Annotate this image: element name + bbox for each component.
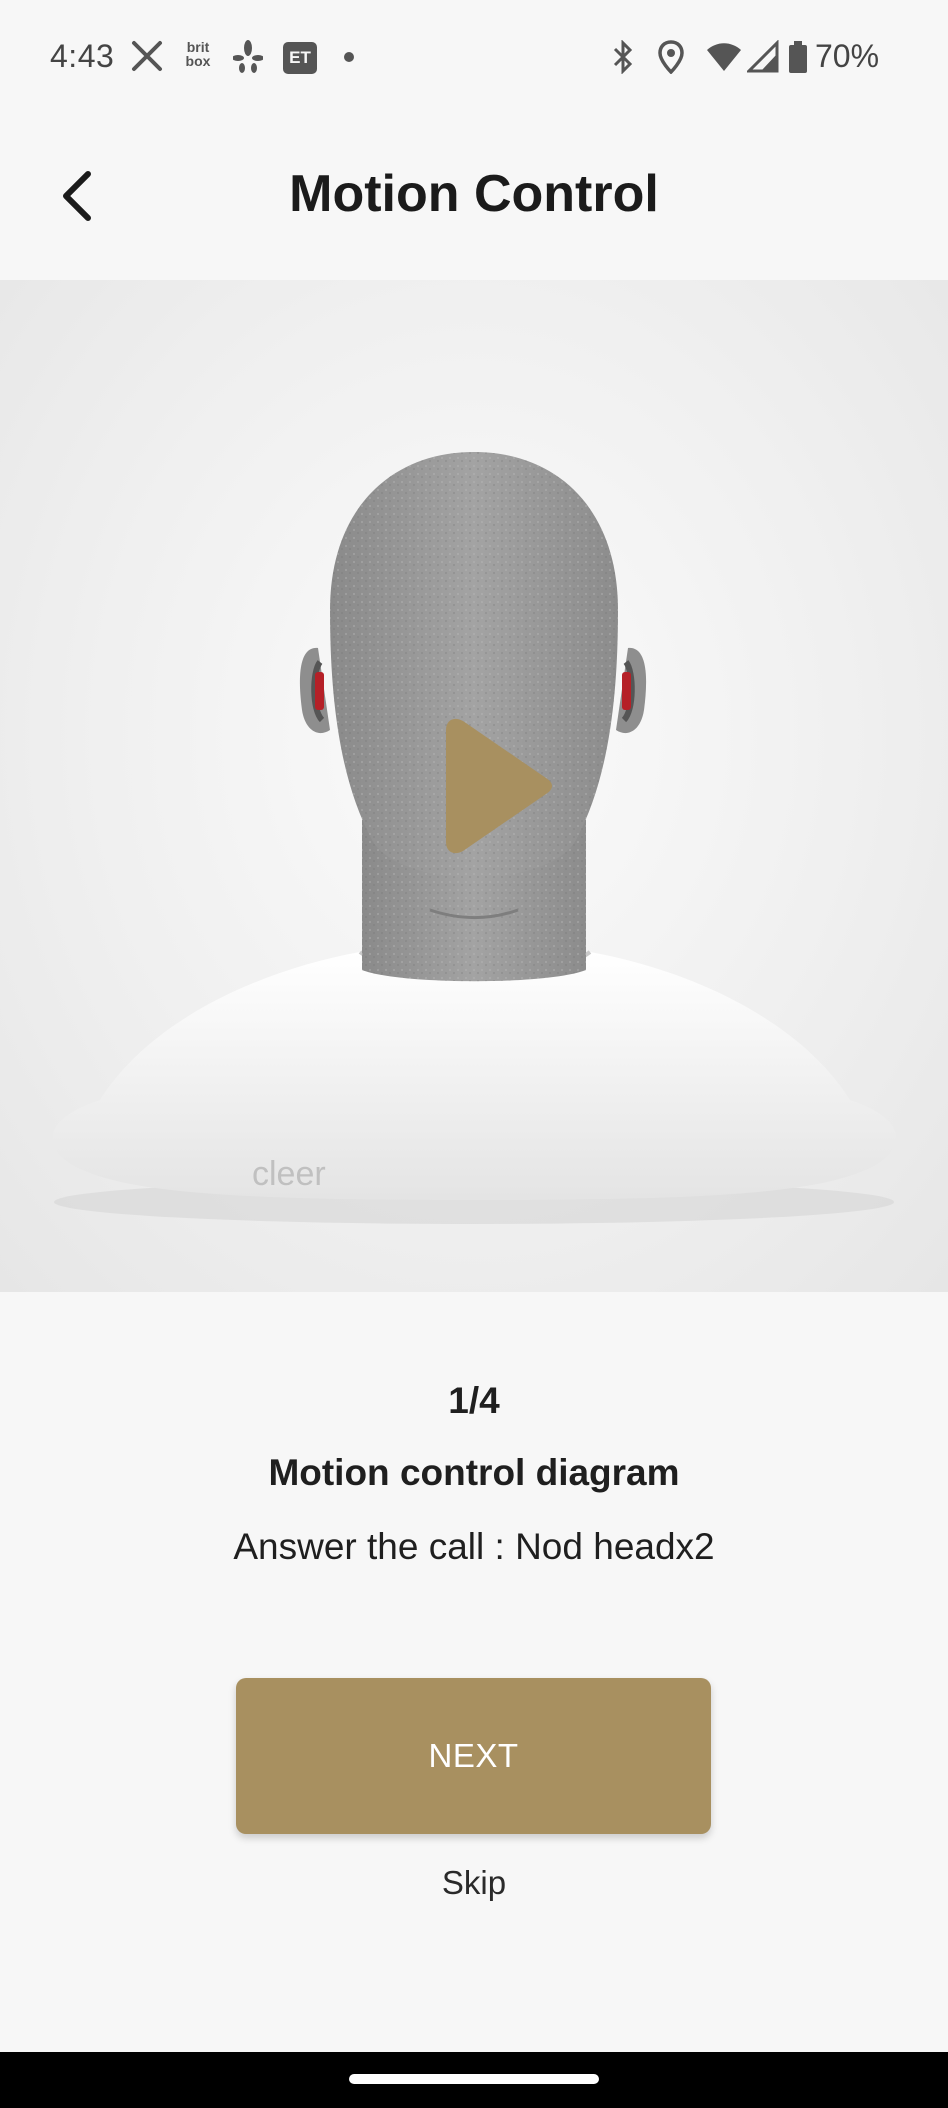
step-counter: 1/4 <box>448 1380 500 1421</box>
brand-text: cleer <box>252 1155 326 1193</box>
home-gesture-handle[interactable] <box>349 2074 599 2084</box>
notification-dot-icon <box>344 52 354 62</box>
next-button[interactable]: NEXT <box>236 1678 711 1834</box>
page-title: Motion Control <box>289 165 659 223</box>
diagram-title: Motion control diagram <box>268 1452 680 1493</box>
location-icon <box>657 40 685 75</box>
battery-icon <box>788 40 808 74</box>
wifi-icon <box>706 40 742 74</box>
play-icon <box>446 718 552 854</box>
et-icon: ET <box>283 42 317 74</box>
x-icon <box>131 40 163 74</box>
instruction-text: Answer the call : Nod headx2 <box>233 1526 715 1567</box>
video-preview[interactable]: cleer <box>0 280 948 1292</box>
signal-icon <box>745 39 779 74</box>
status-time: 4:43 <box>50 38 115 74</box>
skip-link[interactable]: Skip <box>374 1864 574 1902</box>
battery-percent: 70% <box>815 38 880 74</box>
britbox-icon: brit box <box>185 39 211 69</box>
system-nav-bar <box>0 2052 948 2108</box>
status-bar: 4:43 brit box ET 70% <box>0 0 948 116</box>
yelp-icon <box>232 40 264 74</box>
bluetooth-icon <box>610 39 636 75</box>
app-header: Motion Control <box>0 116 948 280</box>
play-button[interactable] <box>436 716 556 856</box>
